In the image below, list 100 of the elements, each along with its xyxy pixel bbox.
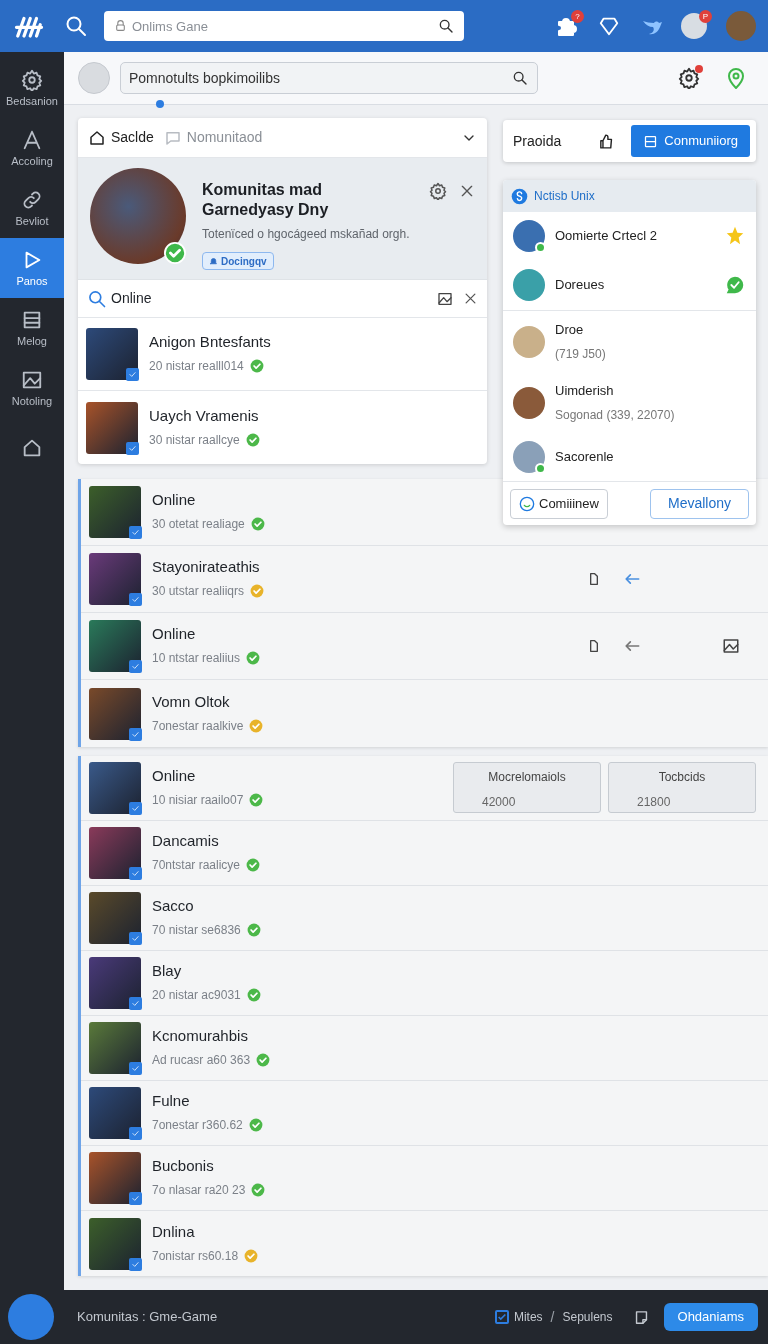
friend-name[interactable]: Oomierte Crtecl 2 xyxy=(555,226,657,246)
footer-title: Komunitas : Gme-Game xyxy=(77,1308,218,1327)
verified-badge-icon xyxy=(126,368,139,381)
verified-badge-icon xyxy=(129,727,142,741)
stat-label: Tocbcids xyxy=(657,769,707,786)
verified-badge-icon xyxy=(126,441,139,455)
avatar xyxy=(513,441,545,473)
panel-title: Nctisb Unix xyxy=(534,188,595,205)
friend-detail: Sogonad (339, 22070) xyxy=(555,407,675,425)
gear-icon xyxy=(21,69,43,91)
search-icon[interactable] xyxy=(438,18,454,34)
sidebar-item[interactable]: Notoling xyxy=(0,358,64,418)
game-title[interactable]: Dnlina xyxy=(152,1222,259,1241)
sidebar-item[interactable]: Melog xyxy=(0,298,64,358)
image-icon[interactable] xyxy=(722,637,740,655)
game-title[interactable]: Sacco xyxy=(152,897,261,915)
game-title[interactable]: Dancamis xyxy=(152,832,261,850)
tag: Docingqv xyxy=(202,252,274,270)
sidebar-item[interactable]: Bevliot xyxy=(0,178,64,238)
community-button[interactable]: Conmuniiorg xyxy=(631,125,750,157)
avatar[interactable] xyxy=(681,13,707,39)
avatar xyxy=(513,220,545,252)
coin-icon xyxy=(511,187,528,205)
close-icon[interactable] xyxy=(463,291,478,306)
verified-badge-icon xyxy=(129,1062,142,1075)
community-title: Komunitas mad Garnedyasy Dny xyxy=(202,180,330,220)
game-title[interactable]: Kcnomurahbis xyxy=(152,1027,271,1045)
checkmark-icon xyxy=(496,1312,507,1322)
action-label: Praoida xyxy=(513,131,562,151)
verified-check-icon xyxy=(164,242,186,264)
game-title[interactable]: Uaych Vramenis xyxy=(149,406,260,425)
verified-badge-icon xyxy=(129,867,142,880)
game-title[interactable]: Vomn Oltok xyxy=(152,692,264,711)
verified-badge-icon xyxy=(129,660,142,673)
community-description: Totenïced o hgocágeed mskañad orgh. xyxy=(202,226,411,243)
game-title[interactable]: Online xyxy=(152,767,264,785)
verified-badge-icon xyxy=(129,526,142,539)
secondary-button[interactable]: Comiiinew xyxy=(510,488,608,519)
bell-icon xyxy=(209,256,218,266)
triangle-icon xyxy=(21,129,43,151)
search-field[interactable]: Pomnotults bopkimoilibs xyxy=(120,62,538,94)
close-icon[interactable] xyxy=(459,183,475,199)
game-detail: 70ntstar raalicye xyxy=(152,857,241,874)
verified-badge-icon xyxy=(129,1127,142,1140)
game-title[interactable]: Anigon Bntesfants xyxy=(149,333,271,351)
game-detail: 30 otetat realiage xyxy=(152,516,245,533)
game-detail: 30 nistar raallcye xyxy=(149,431,240,449)
stat-label: Mocrelomaiols xyxy=(487,769,567,786)
verified-badge-icon xyxy=(129,593,142,606)
checkbox[interactable]: Mites xyxy=(494,1308,543,1326)
verified-badge-icon xyxy=(129,1257,142,1271)
notification-badge: P xyxy=(699,10,712,23)
footer-button[interactable]: Ohdaniams xyxy=(663,1303,758,1331)
diamond-icon[interactable] xyxy=(598,15,620,37)
friend-name[interactable]: Uimderish xyxy=(555,380,675,401)
tab[interactable]: Saclde xyxy=(88,127,154,148)
footer-link[interactable]: Sepulens xyxy=(562,1308,613,1326)
game-title[interactable]: Bucbonis xyxy=(152,1157,266,1175)
game-detail: 10 nisiar raailo07 xyxy=(152,792,244,809)
gear-icon[interactable] xyxy=(678,67,700,89)
friend-detail: (719 J50) xyxy=(555,346,606,364)
game-title[interactable]: Fulne xyxy=(152,1092,263,1110)
game-detail: 10 ntstar realiius xyxy=(152,650,241,667)
game-detail: 20 nistar realll014 xyxy=(149,358,244,375)
home-icon xyxy=(21,437,43,459)
sidebar-item[interactable]: Bedsanion xyxy=(0,58,64,118)
chat-check-icon[interactable] xyxy=(724,274,746,296)
separator: / xyxy=(550,1307,555,1327)
lock-icon xyxy=(114,19,127,32)
search-icon[interactable] xyxy=(512,70,528,86)
verified-badge-icon xyxy=(129,1192,142,1205)
game-detail: Ad rucasr a60 363 xyxy=(152,1052,251,1069)
link-icon xyxy=(21,189,43,211)
primary-button[interactable]: Mevallony xyxy=(650,488,749,519)
search-field[interactable]: Onlims Gane xyxy=(104,11,464,41)
game-detail: 7onestar raalkive xyxy=(152,717,244,735)
game-title[interactable]: Stayonirateathis xyxy=(152,558,265,576)
layout-icon xyxy=(643,133,659,149)
verified-badge-icon xyxy=(129,997,142,1010)
filter-field[interactable]: Online xyxy=(111,288,433,309)
game-title[interactable]: Online xyxy=(152,491,265,509)
friend-name[interactable]: Doreues xyxy=(555,275,605,295)
sidebar-item[interactable]: Accoling xyxy=(0,118,64,178)
avatar xyxy=(513,269,545,301)
smiley-icon xyxy=(519,495,535,512)
settings-icon[interactable] xyxy=(429,182,447,200)
friend-name[interactable]: Droe xyxy=(555,319,606,340)
stat-value: 42000 xyxy=(481,794,517,811)
game-detail: 30 utstar realiiqrs xyxy=(152,583,245,600)
friend-name[interactable]: Sacorenle xyxy=(555,447,614,467)
notification-badge: ? xyxy=(571,10,584,23)
game-title[interactable]: Online xyxy=(152,625,261,643)
game-detail: 7o nlasar ra20 23 xyxy=(152,1182,246,1199)
verified-badge-icon xyxy=(129,802,142,815)
star-icon xyxy=(724,225,746,247)
sidebar-item[interactable]: Panos xyxy=(0,238,64,298)
image-icon xyxy=(21,369,43,391)
game-detail: 7onistar rs60.18 xyxy=(152,1247,239,1265)
image-icon[interactable] xyxy=(437,290,453,307)
game-title[interactable]: Blay xyxy=(152,962,261,980)
